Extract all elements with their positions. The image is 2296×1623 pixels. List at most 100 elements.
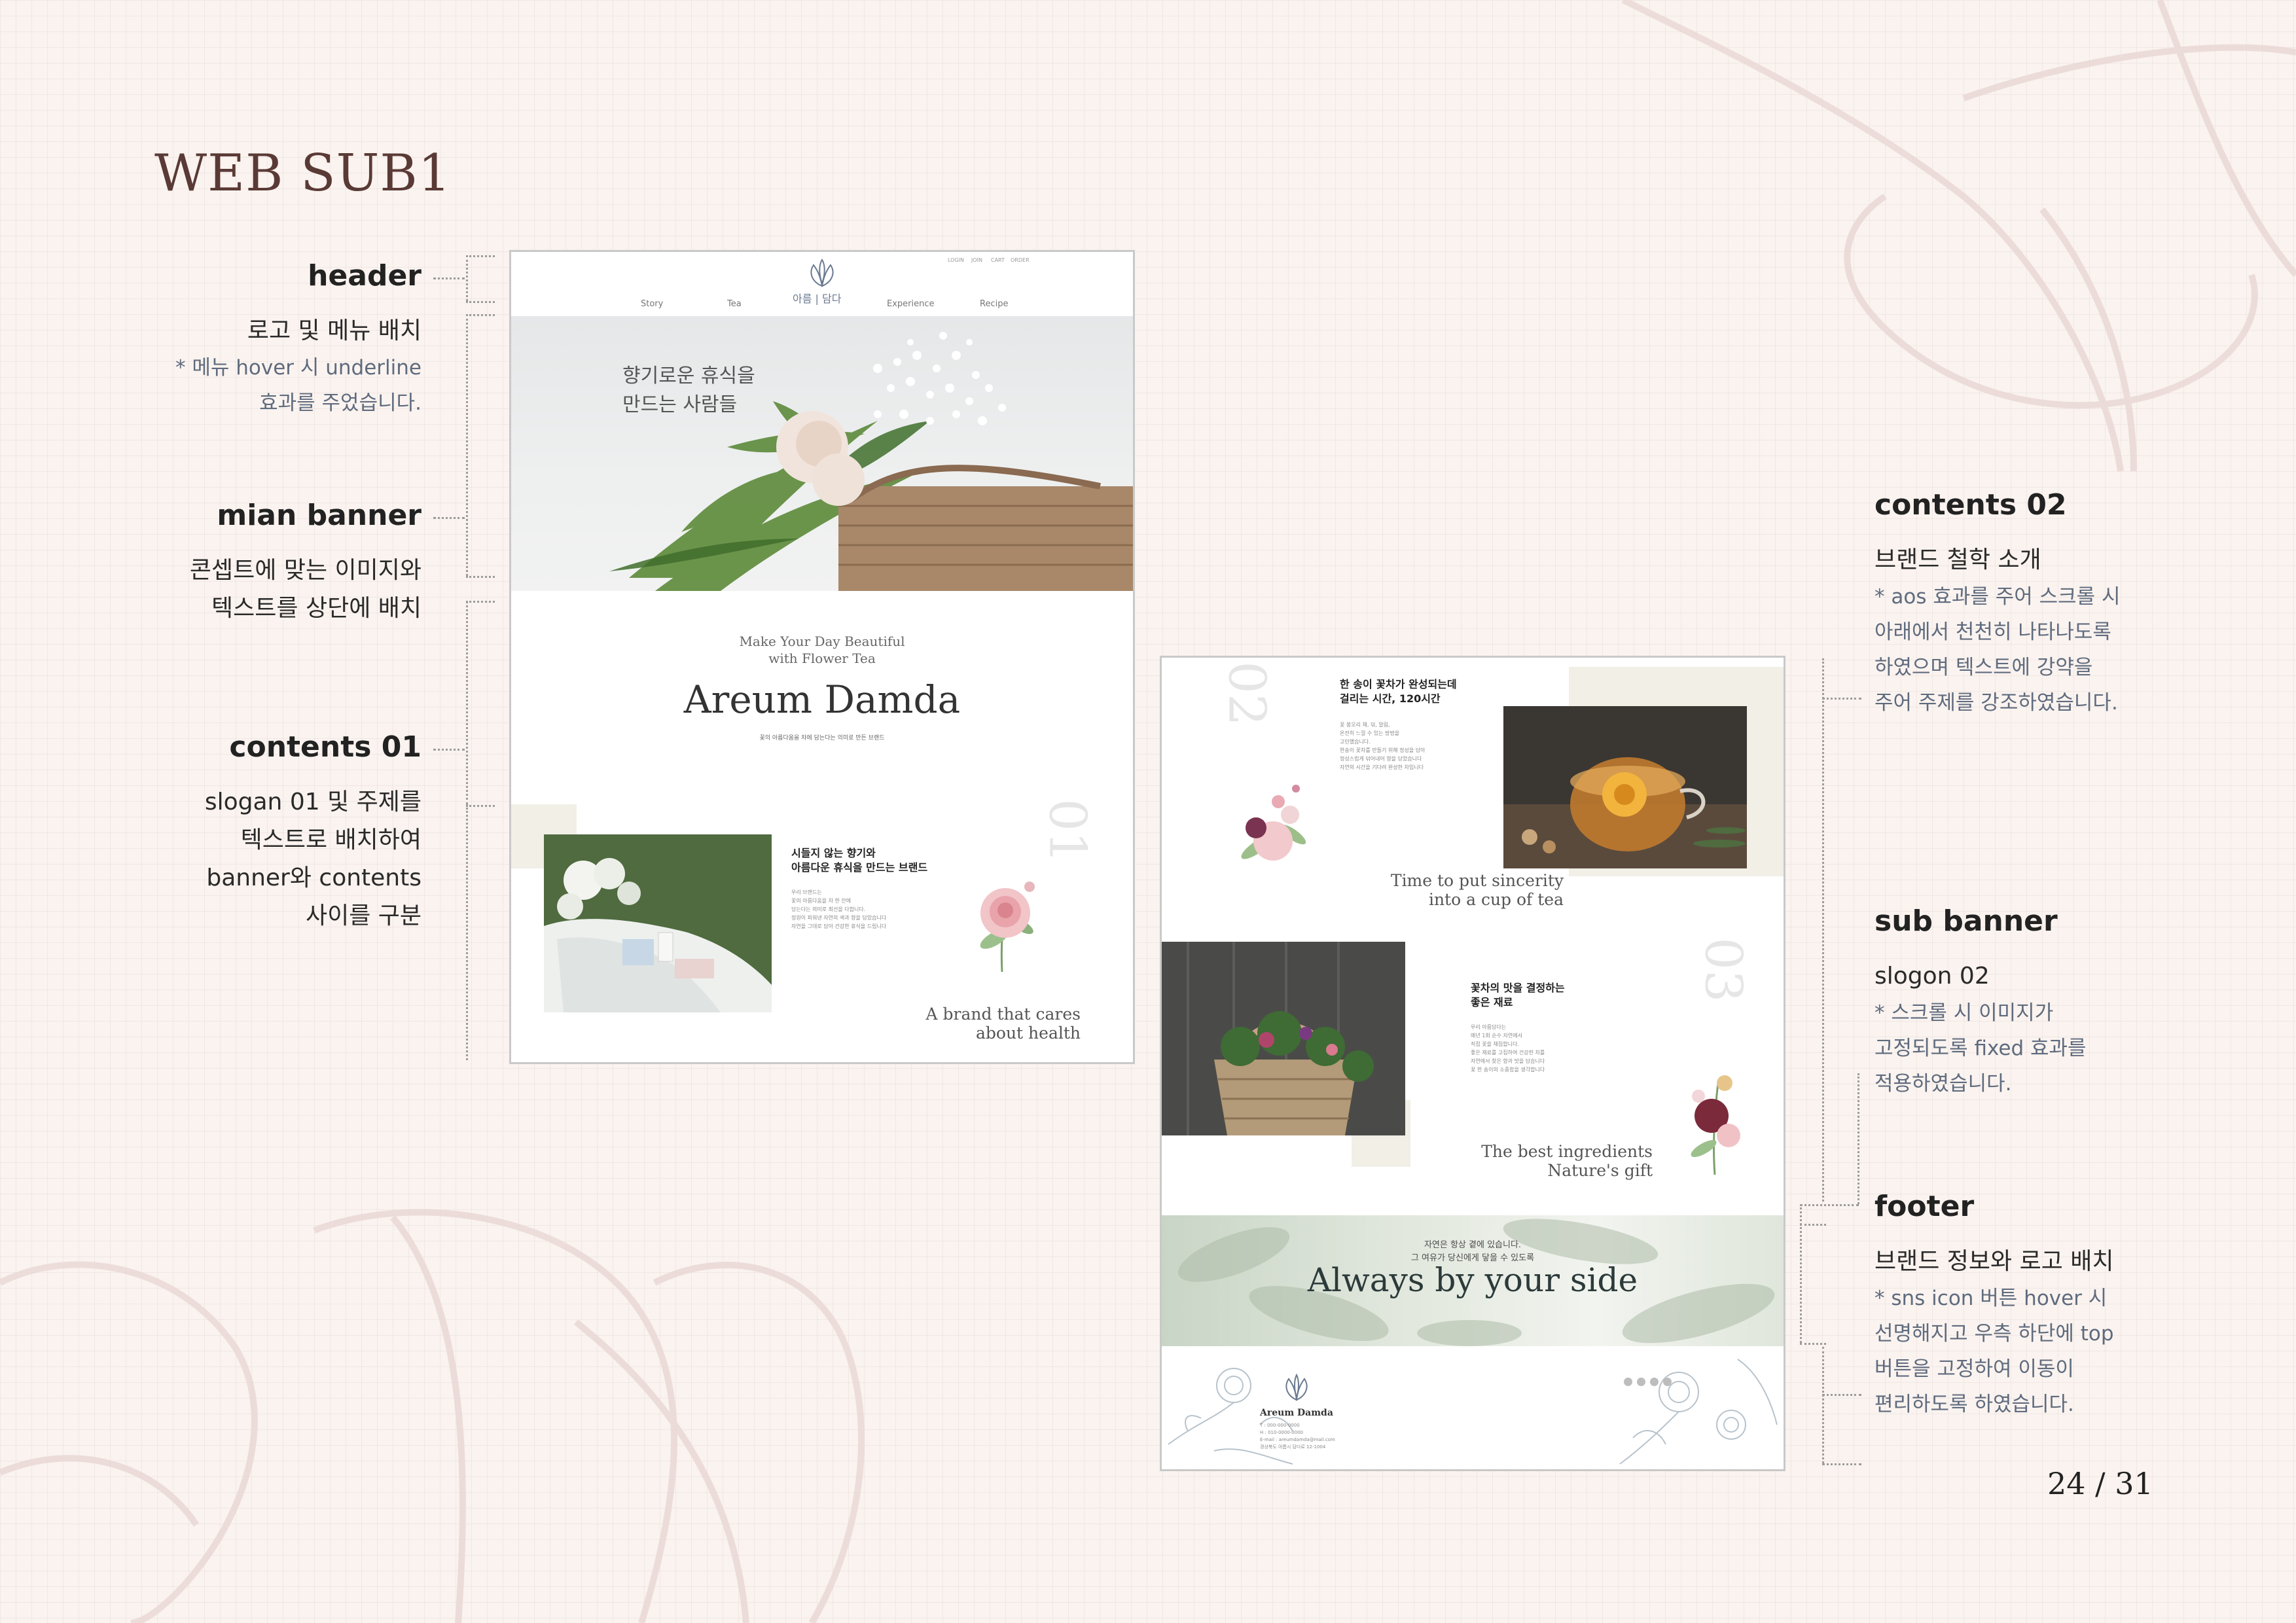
body-line: 자연을 그대로 담아 건강한 휴식을 드립니다 — [791, 923, 887, 929]
connector-line — [433, 517, 465, 519]
contents03-body: 우리 아름담다는 매년 1회 순수 자연에서 직접 꽃을 채집합니다. 좋은 재… — [1471, 1023, 1545, 1074]
annotation-note: 적용하였습니다. — [1874, 1072, 2012, 1096]
body-line: 좋은 재료를 고집하여 건강한 차를 — [1471, 1050, 1545, 1056]
sub-banner: 자연은 항상 곁에 있습니다. 그 여유가 당신에게 닿을 수 있도록 Alwa… — [1162, 1215, 1784, 1346]
page-number: 24 / 31 — [2047, 1466, 2153, 1501]
flower-logo-icon[interactable] — [799, 257, 845, 290]
connector-line — [433, 749, 465, 751]
english-line: The best ingredients — [1481, 1142, 1653, 1161]
heading-line: 아름다운 휴식을 만드는 브랜드 — [791, 861, 928, 874]
annotation-main: 로고 및 메뉴 배치 — [247, 317, 422, 344]
util-link-join[interactable]: JOIN — [971, 257, 982, 263]
heading-line: 꽃차의 맛을 결정하는 — [1471, 982, 1565, 994]
heading-line: 좋은 재료 — [1471, 996, 1513, 1008]
annotation-note: 선명해지고 우측 하단에 top — [1874, 1322, 2114, 1346]
annotation-note: * sns icon 버튼 hover 시 — [1874, 1287, 2108, 1310]
annotation-heading: mian banner — [217, 499, 422, 532]
annotation-note: 효과를 주었습니다. — [259, 391, 422, 415]
web-sub1-mockup-top: LOGIN JOIN CART ORDER Story Tea Experien… — [509, 250, 1135, 1064]
contents01-heading: 시들지 않는 향기와 아름다운 휴식을 만드는 브랜드 — [791, 846, 927, 875]
footer-info-line: 경상북도 아름시 담다로 12-1004 — [1260, 1444, 1326, 1450]
section-number: 01 — [1037, 798, 1097, 864]
contents02-english: Time to put sincerity into a cup of tea — [1391, 871, 1564, 909]
connector-line — [1822, 658, 1824, 1202]
connector-line — [466, 314, 468, 576]
footer-brand: Areum Damda — [1260, 1408, 1333, 1418]
connector-line — [466, 301, 495, 303]
body-line: 직접 꽃을 채집합니다. — [1471, 1041, 1519, 1047]
connector-line — [466, 601, 495, 603]
slogan-caption: 꽃의 아름다움을 차에 담는다는 의미로 만든 브랜드 — [759, 735, 885, 741]
connector-line — [1857, 1073, 1859, 1204]
bouquet-watercolor-illustration — [1241, 785, 1306, 861]
footer-info: T : 000-000-0000 H : 010-0000-0000 E-mai… — [1260, 1422, 1335, 1451]
picnic-photo-art — [544, 834, 772, 1012]
body-line: 꽃 봉오리 채, 덖, 말림, — [1340, 722, 1390, 728]
connector-line — [1822, 1394, 1861, 1396]
body-line: 담는다는 의미로 최선을 다합니다. — [791, 906, 866, 912]
body-line: 온전히 느낄 수 있는 방법을 — [1340, 730, 1400, 736]
annotation-main: slogon 02 — [1874, 963, 1990, 990]
body-line: 자연에서 찾은 향과 맛을 담습니다 — [1471, 1058, 1545, 1064]
footer-info-line: T : 000-000-0000 — [1260, 1423, 1300, 1428]
section-number: 02 — [1217, 661, 1276, 726]
body-line: 우리 아름담다는 — [1471, 1024, 1507, 1030]
section-number: 03 — [1693, 937, 1753, 1003]
logo-wordmark[interactable]: 아름 | 담다 — [793, 290, 841, 306]
flower-tea-photo — [1503, 706, 1747, 868]
flower-watercolor-illustration — [1691, 1075, 1740, 1175]
connector-line — [1800, 1204, 1859, 1206]
util-link-order[interactable]: ORDER — [1011, 257, 1030, 263]
annotation-contents-02: contents 02 브랜드 철학 소개 * aos 효과를 주어 스크롤 시… — [1874, 488, 2267, 721]
connector-line — [466, 255, 495, 257]
youtube-icon[interactable] — [1663, 1378, 1672, 1386]
slogan-small: Make Your Day Beautiful with Flower Tea — [511, 633, 1133, 667]
rose-watercolor-illustration — [980, 882, 1035, 972]
util-link-login[interactable]: LOGIN — [948, 257, 964, 263]
blog-icon[interactable] — [1650, 1378, 1659, 1386]
footer: Areum Damda T : 000-000-0000 H : 010-000… — [1162, 1346, 1784, 1469]
footer-logo-icon[interactable] — [1277, 1372, 1316, 1402]
annotation-note: 아래에서 천천히 나타나도록 — [1874, 620, 2111, 644]
nav-experience[interactable]: Experience — [887, 299, 935, 309]
annotation-heading: contents 01 — [229, 730, 422, 764]
connector-line — [466, 255, 468, 301]
annotation-main: slogan 01 및 주제를 — [204, 789, 422, 815]
body-line: 고민했습니다. — [1340, 739, 1371, 745]
heading-line: 걸리는 시간, 120시간 — [1340, 692, 1441, 705]
annotation-main: 브랜드 정보와 로고 배치 — [1874, 1248, 2114, 1275]
heading-line: 한 송이 꽃차가 완성되는데 — [1340, 678, 1457, 690]
english-line: into a cup of tea — [1428, 890, 1564, 909]
body-line: 한송이 꽃차를 만들기 위해 정성을 담아 — [1340, 747, 1426, 753]
slogan-small-line: with Flower Tea — [768, 651, 876, 666]
nav-story[interactable]: Story — [641, 299, 663, 309]
english-line: A brand that cares — [925, 1005, 1081, 1024]
slogan-title: Areum Damda — [683, 677, 961, 722]
nav-tea[interactable]: Tea — [727, 299, 742, 309]
annotation-note: * 메뉴 hover 시 underline — [175, 356, 422, 380]
nav-recipe[interactable]: Recipe — [980, 299, 1008, 309]
annotation-heading: sub banner — [1874, 904, 2058, 938]
body-line: 꽃의 아름다움을 차 한 잔에 — [791, 898, 852, 904]
flower-basket-photo-art — [1162, 942, 1405, 1135]
facebook-icon[interactable] — [1624, 1378, 1632, 1386]
flower-basket-photo — [1162, 942, 1405, 1135]
banner-line: 만드는 사람들 — [622, 393, 738, 416]
connector-line — [466, 601, 468, 805]
instagram-icon[interactable] — [1637, 1378, 1645, 1386]
flower-tea-photo-art — [1503, 706, 1747, 868]
annotation-main: 브랜드 철학 소개 — [1874, 546, 2041, 573]
caption-line: 자연은 항상 곁에 있습니다. — [1424, 1240, 1522, 1250]
util-link-cart[interactable]: CART — [991, 257, 1005, 263]
banner-copy: 향기로운 휴식을 만드는 사람들 — [622, 362, 755, 419]
connector-line — [433, 277, 465, 279]
annotation-note: * aos 효과를 주어 스크롤 시 — [1874, 585, 2121, 609]
body-line: 정성스럽게 덖어내어 향을 담았습니다 — [1340, 756, 1422, 762]
body-line: 매년 1회 순수 자연에서 — [1471, 1033, 1522, 1039]
connector-line — [466, 576, 495, 578]
connector-line — [1800, 1224, 1826, 1226]
banner-line: 향기로운 휴식을 — [622, 365, 755, 387]
annotation-note: * 스크롤 시 이미지가 — [1874, 1001, 2054, 1025]
page-title: WEB SUB1 — [154, 144, 452, 203]
annotation-main: 사이를 구분 — [305, 902, 422, 929]
